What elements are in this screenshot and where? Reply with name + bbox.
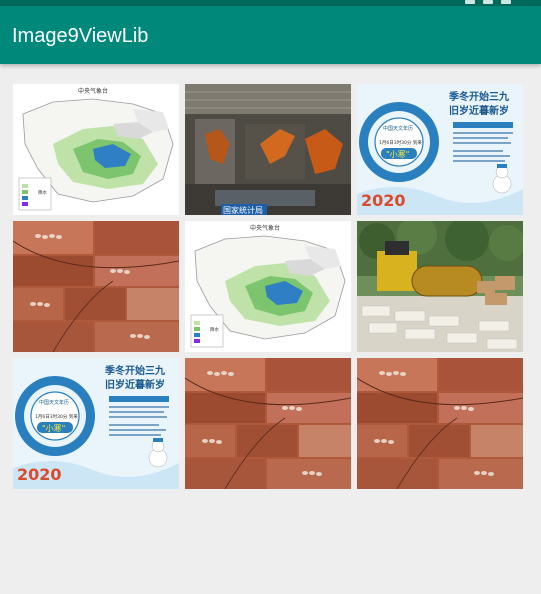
poster-circle-text: 中国天文年历 — [383, 125, 413, 132]
app-title: Image9ViewLib — [12, 25, 149, 47]
roller-photo-image — [357, 221, 523, 352]
app-bar: Image9ViewLib — [0, 6, 541, 64]
grid-image-6[interactable] — [357, 221, 523, 352]
clock-icon — [501, 0, 511, 4]
poster-title-line2: 旧岁近暮新岁 — [105, 378, 165, 391]
poster-year: 2020 — [361, 191, 406, 210]
poster-term-text: "小寒" — [386, 149, 409, 159]
grid-image-5[interactable]: 中央气象台 降水 — [185, 221, 351, 352]
grid-image-1[interactable]: 中央气象台 降水 — [13, 84, 179, 215]
rock-texture-image — [185, 358, 351, 489]
legend-title-text: 降水 — [38, 189, 47, 196]
image-grid: 中央气象台 降水 国家统计局 中国天文年历 1月6日3时30分 到来 "小寒" … — [13, 84, 523, 490]
photo-caption: 国家统计局 — [223, 205, 263, 215]
poster-term-text: "小寒" — [42, 423, 65, 433]
solar-term-poster-image: 中国天文年历 1月6日3时30分 到来 "小寒" 季冬开始三九 旧岁近暮新岁 2… — [13, 358, 179, 489]
poster-date-text: 1月6日3时30分 到来 — [379, 139, 422, 146]
factory-photo-image: 国家统计局 — [185, 84, 351, 215]
grid-image-7[interactable]: 中国天文年历 1月6日3时30分 到来 "小寒" 季冬开始三九 旧岁近暮新岁 2… — [13, 358, 179, 489]
poster-title-line2: 旧岁近暮新岁 — [449, 104, 509, 117]
poster-title-line1: 季冬开始三九 — [448, 90, 509, 103]
weather-map-image: 中央气象台 降水 — [185, 221, 351, 352]
legend-title-text: 降水 — [210, 326, 219, 333]
rock-texture-image — [357, 358, 523, 489]
poster-title-line1: 季冬开始三九 — [104, 364, 165, 377]
poster-year: 2020 — [17, 465, 62, 484]
grid-image-8[interactable] — [185, 358, 351, 489]
battery-icon — [483, 0, 493, 4]
rock-texture-image — [13, 221, 179, 352]
signal-icon — [465, 0, 475, 4]
poster-date-text: 1月6日3时30分 到来 — [35, 413, 78, 420]
weather-map-image: 中央气象台 降水 — [13, 84, 179, 215]
grid-image-9[interactable] — [357, 358, 523, 489]
grid-image-3[interactable]: 中国天文年历 1月6日3时30分 到来 "小寒" 季冬开始三九 旧岁近暮新岁 2… — [357, 84, 523, 215]
grid-image-4[interactable] — [13, 221, 179, 352]
poster-circle-text: 中国天文年历 — [39, 399, 69, 406]
map-header-text: 中央气象台 — [78, 87, 108, 95]
map-header-text: 中央气象台 — [250, 224, 280, 232]
grid-image-2[interactable]: 国家统计局 — [185, 84, 351, 215]
solar-term-poster-image: 中国天文年历 1月6日3时30分 到来 "小寒" 季冬开始三九 旧岁近暮新岁 2… — [357, 84, 523, 215]
